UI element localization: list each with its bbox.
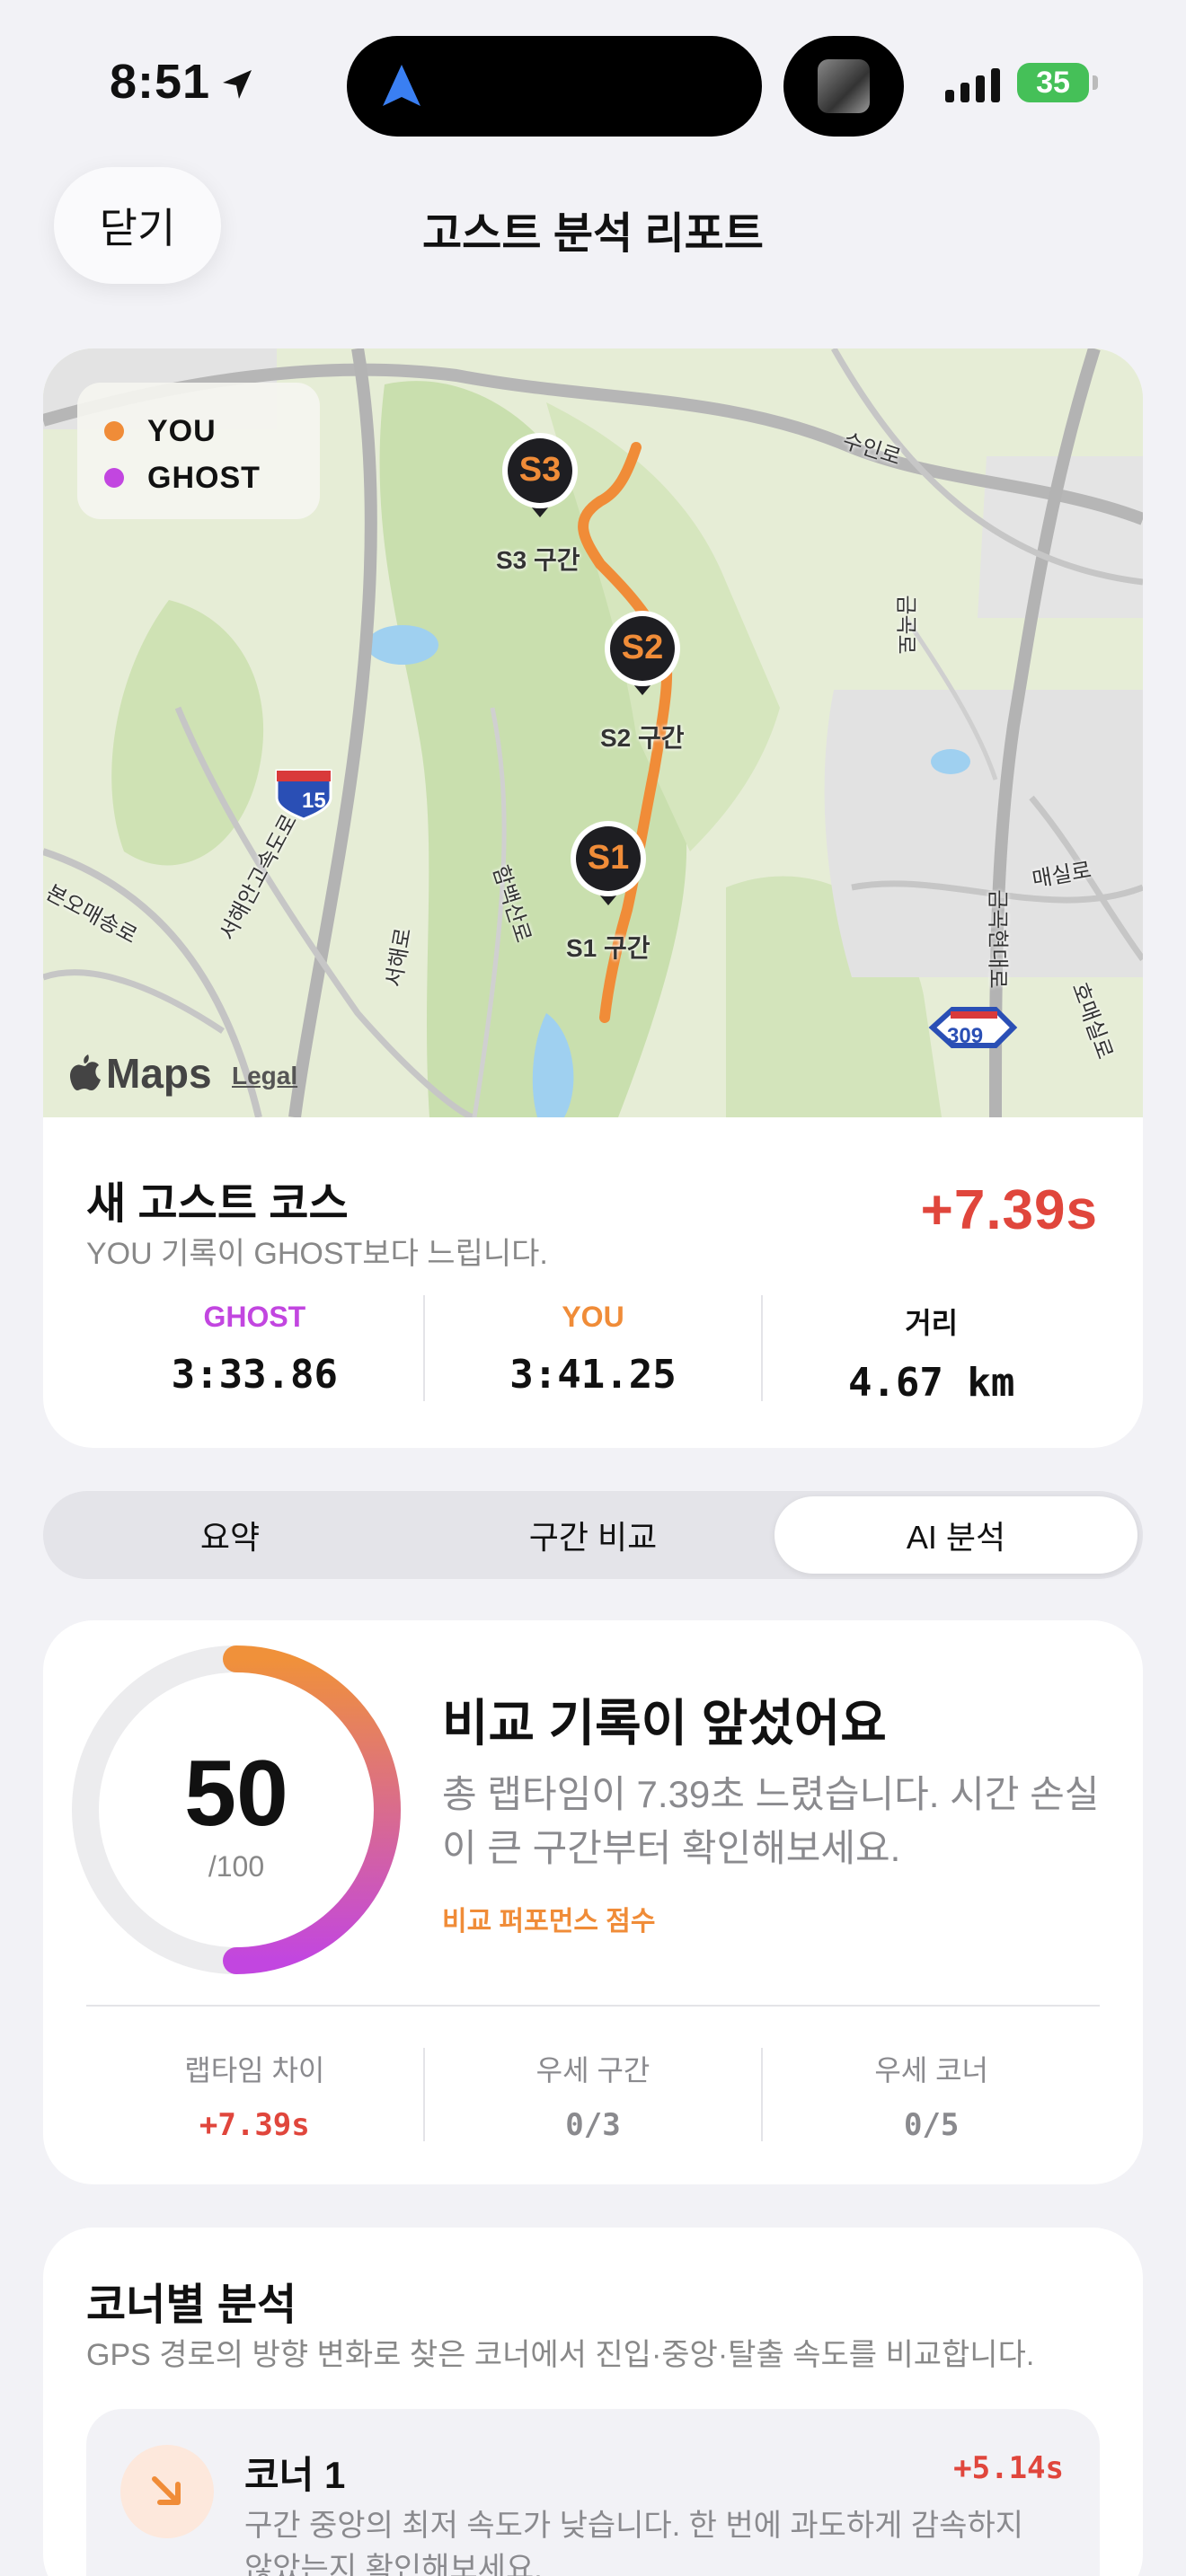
analysis-tabs: 요약 구간 비교 AI 분석	[43, 1491, 1143, 1579]
corner-section-subtitle: GPS 경로의 방향 변화로 찾은 코너에서 진입·중앙·탈출 속도를 비교합니…	[86, 2338, 1035, 2372]
time-stats: GHOST 3:33.86 YOU 3:41.25 거리 4.67 km	[86, 1295, 1100, 1406]
page-title: 고스트 분석 리포트	[422, 210, 764, 258]
stat-value: 4.67 km	[847, 1360, 1015, 1406]
tab-ai-analysis[interactable]: AI 분석	[774, 1496, 1137, 1574]
stat-value: 3:33.86	[171, 1352, 339, 1398]
divider	[86, 2005, 1100, 2007]
stat-label: YOU	[562, 1301, 624, 1333]
legend-label: YOU	[147, 413, 217, 448]
score-card: 50 /100 비교 기록이 앞섰어요 총 랩타임이 7.39초 느렸습니다. …	[43, 1620, 1143, 2184]
marker-badge: S2	[621, 629, 664, 666]
stat-you: YOU 3:41.25	[422, 1295, 762, 1401]
dynamic-island	[347, 36, 762, 137]
course-card: 15 309 수인로 매실로 함백산로 서해로 서해안고속도로 본오매송로 호매…	[43, 348, 1143, 1448]
score-description: 총 랩타임이 7.39초 느렸습니다. 시간 손실이 큰 구간부터 확인해보세요…	[442, 1773, 1100, 1869]
score-max: /100	[208, 1850, 265, 1883]
corner-analysis-card: 코너별 분석 GPS 경로의 방향 변화로 찾은 코너에서 진입·중앙·탈출 속…	[43, 2228, 1143, 2576]
stat-label: 거리	[905, 1307, 959, 1339]
segment-marker-s1[interactable]: S1	[568, 819, 649, 909]
course-name: 새 고스트 코스	[86, 1180, 349, 1228]
apple-maps-logo: Maps	[70, 1049, 212, 1098]
tab-summary[interactable]: 요약	[49, 1496, 412, 1574]
course-subtitle: YOU 기록이 GHOST보다 느립니다.	[86, 1237, 548, 1271]
legend-item-you: YOU	[104, 408, 320, 454]
battery-icon: 35	[1017, 63, 1089, 102]
score-metrics: 랩타임 차이 +7.39s 우세 구간 0/3 우세 코너 0/5	[86, 2048, 1100, 2143]
ghost-color-dot	[104, 468, 124, 488]
route-map[interactable]: 15 309 수인로 매실로 함백산로 서해로 서해안고속도로 본오매송로 호매…	[43, 348, 1143, 1117]
maps-brand: Maps	[106, 1050, 212, 1097]
metric-winning-corners: 우세 코너 0/5	[761, 2048, 1100, 2143]
metric-winning-segments: 우세 구간 0/3	[422, 2048, 762, 2143]
stat-distance: 거리 4.67 km	[761, 1295, 1100, 1406]
legal-link[interactable]: Legal	[232, 1062, 297, 1090]
battery-tip	[1093, 75, 1098, 90]
you-color-dot	[104, 421, 124, 441]
time-delta: +7.39s	[920, 1179, 1098, 1241]
metric-value: 0/5	[903, 2107, 960, 2143]
score-value: 50	[184, 1742, 288, 1846]
metric-value: 0/3	[565, 2107, 621, 2143]
marker-badge: S3	[518, 451, 562, 489]
segment-label-s2: S2 구간	[600, 724, 685, 752]
road-label: 금곡로	[893, 595, 918, 655]
road-label: 15	[302, 789, 326, 813]
score-title: 비교 기록이 앞섰어요	[442, 1695, 887, 1751]
road-label: 309	[947, 1024, 984, 1048]
metric-value: +7.39s	[199, 2107, 310, 2143]
live-activity-pill	[783, 36, 904, 137]
score-tag: 비교 퍼포먼스 점수	[442, 1907, 656, 1936]
status-time: 8:51	[110, 55, 211, 109]
corner-name: 코너 1	[244, 2454, 346, 2496]
tab-segment-compare[interactable]: 구간 비교	[412, 1496, 774, 1574]
marker-badge: S1	[587, 839, 630, 877]
segment-marker-s3[interactable]: S3	[500, 431, 580, 521]
segment-label-s1: S1 구간	[566, 934, 651, 962]
corner-item[interactable]: 코너 1 +5.14s 구간 중앙의 최저 속도가 낮습니다. 한 번에 과도하…	[86, 2409, 1100, 2576]
arrow-down-right-icon	[120, 2445, 214, 2538]
status-bar: 8:51 35	[0, 0, 1186, 171]
metric-label: 랩타임 차이	[184, 2054, 325, 2086]
location-arrow-icon	[223, 70, 252, 99]
corner-description: 구간 중앙의 최저 속도가 낮습니다. 한 번에 과도하게 감속하지 않았는지 …	[244, 2509, 1024, 2576]
stat-label: GHOST	[203, 1301, 306, 1333]
road-label: 금곡현대로	[985, 889, 1010, 989]
stat-ghost: GHOST 3:33.86	[86, 1295, 423, 1401]
metric-lap-diff: 랩타임 차이 +7.39s	[86, 2048, 423, 2143]
corner-delta: +5.14s	[953, 2450, 1064, 2486]
legend-label: GHOST	[147, 460, 261, 495]
segment-marker-s2[interactable]: S2	[602, 609, 683, 699]
metric-label: 우세 구간	[535, 2054, 651, 2086]
segment-label-s3: S3 구간	[496, 546, 580, 574]
metric-label: 우세 코너	[874, 2054, 988, 2086]
map-legend: YOU GHOST	[77, 383, 320, 519]
cellular-signal-icon	[945, 66, 1000, 102]
navigation-arrow-icon	[383, 65, 420, 106]
apple-icon	[70, 1054, 101, 1090]
corner-section-title: 코너별 분석	[86, 2281, 297, 2329]
course-summary: 새 고스트 코스 YOU 기록이 GHOST보다 느립니다. +7.39s GH…	[43, 1117, 1143, 1448]
activity-thumbnail	[818, 59, 870, 113]
legend-item-ghost: GHOST	[104, 454, 320, 501]
stat-value: 3:41.25	[509, 1352, 677, 1398]
